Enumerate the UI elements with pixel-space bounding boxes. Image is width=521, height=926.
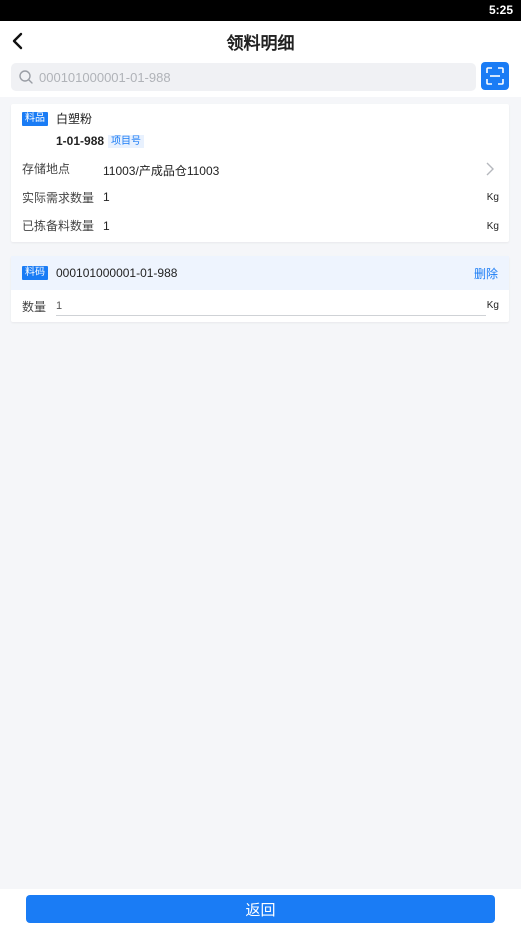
material-code: 1-01-988 [56,134,105,148]
status-time: 5:25 [488,3,513,17]
quantity-unit: Kg [486,300,499,311]
header: 领料明细 [0,21,521,61]
search-icon [19,70,33,84]
required-qty-value: 1 [103,190,110,204]
quantity-label: 数量 [22,300,47,314]
footer: 返回 [0,889,521,926]
chevron-right-icon[interactable] [485,162,495,176]
item-code-card: 料码 000101000001-01-988 删除 数量 Kg [11,256,509,322]
scan-icon [486,67,504,85]
storage-location-label: 存储地点 [22,162,71,176]
required-qty-label: 实际需求数量 [22,191,95,205]
material-card: 料品 白塑粉 1-01-988 项目号 存储地点 11003/产成品仓11003… [11,104,509,242]
search-box[interactable] [11,63,476,91]
return-button[interactable]: 返回 [26,895,495,923]
project-tag: 项目号 [108,135,144,148]
picked-qty-unit: Kg [486,221,499,232]
picked-qty-value: 1 [103,219,110,233]
delete-button[interactable]: 删除 [474,265,498,282]
material-tag: 料品 [22,112,48,126]
scan-button[interactable] [481,62,509,90]
storage-location-value: 11003/产成品仓11003 [103,164,220,178]
quantity-input[interactable] [56,296,486,316]
item-code-value: 000101000001-01-988 [56,266,178,280]
material-name: 白塑粉 [56,112,93,126]
page-title: 领料明细 [226,34,295,54]
search-row [0,61,521,97]
required-qty-unit: Kg [486,192,499,203]
item-code-bar: 料码 000101000001-01-988 删除 [11,256,509,290]
picked-qty-label: 已拣备料数量 [22,219,95,233]
status-bar: 5:25 [0,0,521,21]
search-input[interactable] [39,66,469,88]
item-code-tag: 料码 [22,266,48,280]
